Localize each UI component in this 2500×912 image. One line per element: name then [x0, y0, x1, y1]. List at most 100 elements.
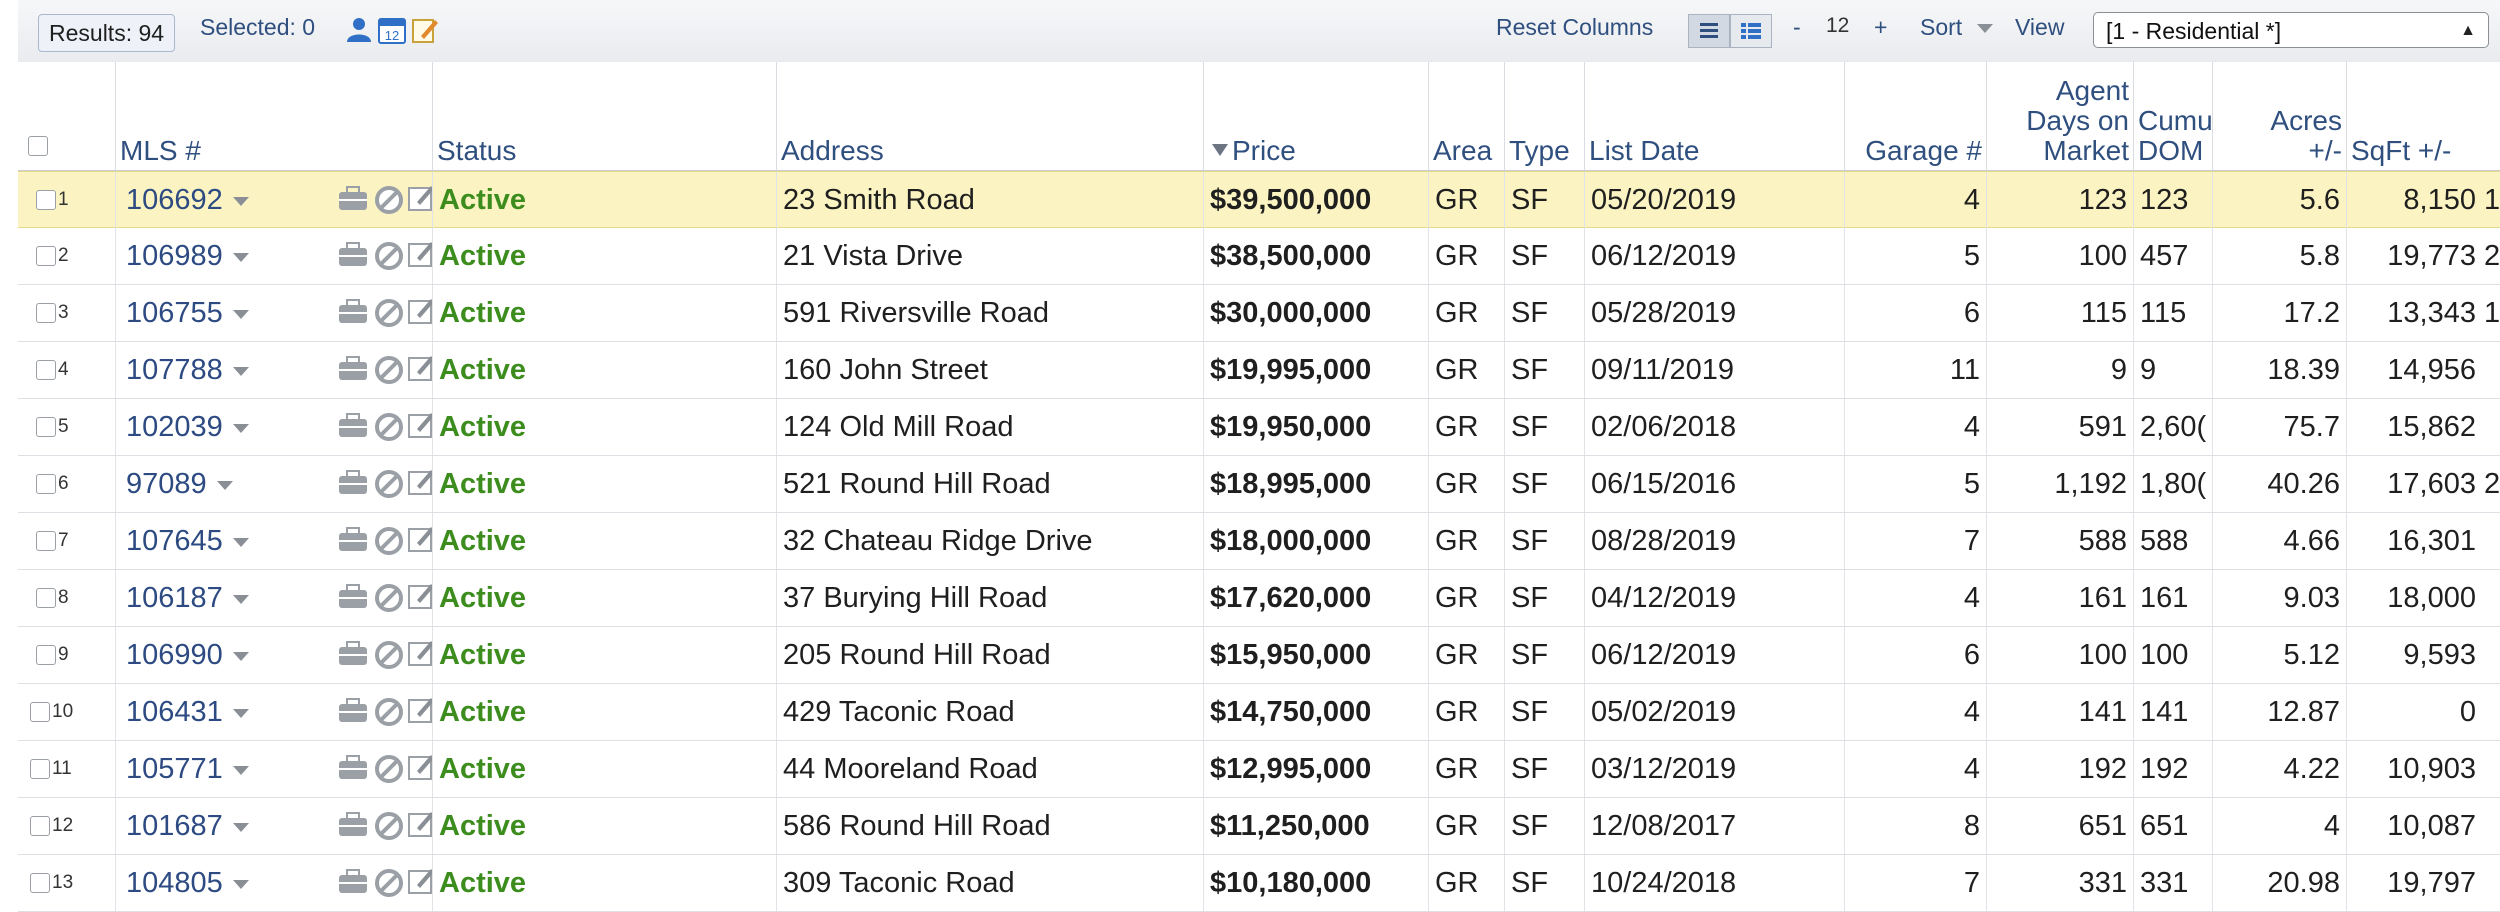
table-row[interactable]: 9 106990 Active 205 Round Hill Road $15,950,… — [18, 627, 2500, 684]
mls-link[interactable]: 106755 — [115, 285, 432, 341]
mls-link[interactable]: 102039 — [115, 399, 432, 455]
column-header-garage[interactable]: Garage # — [1844, 62, 1986, 170]
prohibit-icon[interactable] — [375, 470, 403, 498]
row-checkbox[interactable] — [36, 246, 56, 266]
prohibit-icon[interactable] — [375, 242, 403, 270]
edit-icon[interactable] — [408, 869, 432, 894]
chevron-down-icon[interactable] — [232, 366, 249, 376]
calendar-icon[interactable]: 12 — [378, 16, 406, 44]
edit-icon[interactable] — [408, 584, 432, 609]
prohibit-icon[interactable] — [375, 299, 403, 327]
mls-link[interactable]: 97089 — [115, 456, 432, 512]
prohibit-icon[interactable] — [375, 869, 403, 897]
briefcase-icon[interactable] — [339, 584, 367, 608]
column-header-acres[interactable]: Acres +/- — [2212, 62, 2346, 170]
prohibit-icon[interactable] — [375, 755, 403, 783]
briefcase-icon[interactable] — [339, 527, 367, 551]
mls-number[interactable]: 105771 — [126, 753, 223, 785]
view-select[interactable]: [1 - Residential *] ▲ — [2093, 12, 2489, 48]
row-checkbox[interactable] — [30, 873, 50, 893]
mls-link[interactable]: 107645 — [115, 513, 432, 569]
chevron-down-icon[interactable] — [232, 879, 249, 889]
briefcase-icon[interactable] — [339, 299, 367, 323]
column-header-sqft[interactable]: SqFt +/- — [2346, 62, 2500, 170]
row-checkbox[interactable] — [30, 816, 50, 836]
mls-number[interactable]: 107645 — [126, 525, 223, 557]
column-header-agent-dom[interactable]: Agent Days on Market — [1986, 62, 2133, 170]
chevron-down-icon[interactable] — [232, 594, 249, 604]
increase-button[interactable]: + — [1874, 14, 1887, 41]
mls-link[interactable]: 106187 — [115, 570, 432, 626]
prohibit-icon[interactable] — [375, 584, 403, 612]
chevron-down-icon[interactable] — [232, 822, 249, 832]
row-checkbox[interactable] — [36, 190, 56, 210]
mls-number[interactable]: 106990 — [126, 639, 223, 671]
mls-number[interactable]: 107788 — [126, 354, 223, 386]
mls-number[interactable]: 104805 — [126, 867, 223, 899]
table-row[interactable]: 12 101687 Active 586 Round Hill Road $11,250… — [18, 798, 2500, 855]
briefcase-icon[interactable] — [339, 698, 367, 722]
prohibit-icon[interactable] — [375, 413, 403, 441]
edit-icon[interactable] — [408, 186, 432, 211]
column-header-cumulative-dom[interactable]: Cumu DOM — [2133, 62, 2212, 170]
chevron-down-icon[interactable] — [232, 252, 249, 262]
mls-link[interactable]: 101687 — [115, 798, 432, 854]
prohibit-icon[interactable] — [375, 812, 403, 840]
briefcase-icon[interactable] — [339, 641, 367, 665]
edit-icon[interactable] — [408, 413, 432, 438]
chevron-down-icon[interactable] — [232, 651, 249, 661]
briefcase-icon[interactable] — [339, 869, 367, 893]
row-checkbox[interactable] — [30, 702, 50, 722]
prohibit-icon[interactable] — [375, 527, 403, 555]
edit-icon[interactable] — [408, 698, 432, 723]
table-row[interactable]: 5 102039 Active 124 Old Mill Road $19,950,00… — [18, 399, 2500, 456]
chevron-down-icon[interactable] — [232, 708, 249, 718]
mls-number[interactable]: 106692 — [126, 184, 223, 216]
prohibit-icon[interactable] — [375, 698, 403, 726]
column-header-list-date[interactable]: List Date — [1584, 62, 1844, 170]
briefcase-icon[interactable] — [339, 186, 367, 210]
edit-icon[interactable] — [408, 470, 432, 495]
column-header-status[interactable]: Status — [432, 62, 776, 170]
briefcase-icon[interactable] — [339, 356, 367, 380]
table-row[interactable]: 10 106431 Active 429 Taconic Road $14,750,00… — [18, 684, 2500, 741]
briefcase-icon[interactable] — [339, 413, 367, 437]
chevron-down-icon[interactable] — [232, 309, 249, 319]
table-row[interactable]: 2 106989 Active 21 Vista Drive $38,500,000 GR… — [18, 228, 2500, 285]
table-row[interactable]: 6 97089 Active 521 Round Hill Road $18,995,0… — [18, 456, 2500, 513]
edit-icon[interactable] — [408, 299, 432, 324]
row-checkbox[interactable] — [30, 759, 50, 779]
mls-link[interactable]: 107788 — [115, 342, 432, 398]
column-header-type[interactable]: Type — [1504, 62, 1584, 170]
mls-number[interactable]: 106187 — [126, 582, 223, 614]
mls-link[interactable]: 106431 — [115, 684, 432, 740]
table-row[interactable]: 4 107788 Active 160 John Street $19,995,000 G… — [18, 342, 2500, 399]
table-row[interactable]: 8 106187 Active 37 Burying Hill Road $17,620… — [18, 570, 2500, 627]
chevron-down-icon[interactable] — [232, 423, 249, 433]
prohibit-icon[interactable] — [375, 186, 403, 214]
decrease-button[interactable]: - — [1793, 14, 1801, 41]
table-row[interactable]: 1 106692 Active 23 Smith Road $39,500,000 GR S… — [18, 171, 2500, 228]
mls-number[interactable]: 101687 — [126, 810, 223, 842]
row-checkbox[interactable] — [36, 417, 56, 437]
chevron-down-icon[interactable] — [232, 196, 249, 206]
row-checkbox[interactable] — [36, 360, 56, 380]
mls-link[interactable]: 106692 — [115, 172, 432, 228]
edit-note-icon[interactable] — [411, 16, 439, 44]
chevron-down-icon[interactable] — [232, 537, 249, 547]
table-row[interactable]: 11 105771 Active 44 Mooreland Road $12,995,0… — [18, 741, 2500, 798]
mls-number[interactable]: 106431 — [126, 696, 223, 728]
mls-number[interactable]: 97089 — [126, 468, 207, 500]
row-checkbox[interactable] — [36, 588, 56, 608]
column-header-mls[interactable]: MLS # — [115, 62, 432, 170]
edit-icon[interactable] — [408, 812, 432, 837]
table-row[interactable]: 3 106755 Active 591 Riversville Road $30,000… — [18, 285, 2500, 342]
mls-link[interactable]: 105771 — [115, 741, 432, 797]
sort-dropdown[interactable]: Sort — [1920, 14, 1993, 41]
select-all-checkbox[interactable] — [28, 136, 48, 156]
edit-icon[interactable] — [408, 755, 432, 780]
edit-icon[interactable] — [408, 242, 432, 267]
list-view-button[interactable] — [1688, 14, 1730, 48]
mls-link[interactable]: 104805 — [115, 855, 432, 911]
table-row[interactable]: 7 107645 Active 32 Chateau Ridge Drive $18,0… — [18, 513, 2500, 570]
